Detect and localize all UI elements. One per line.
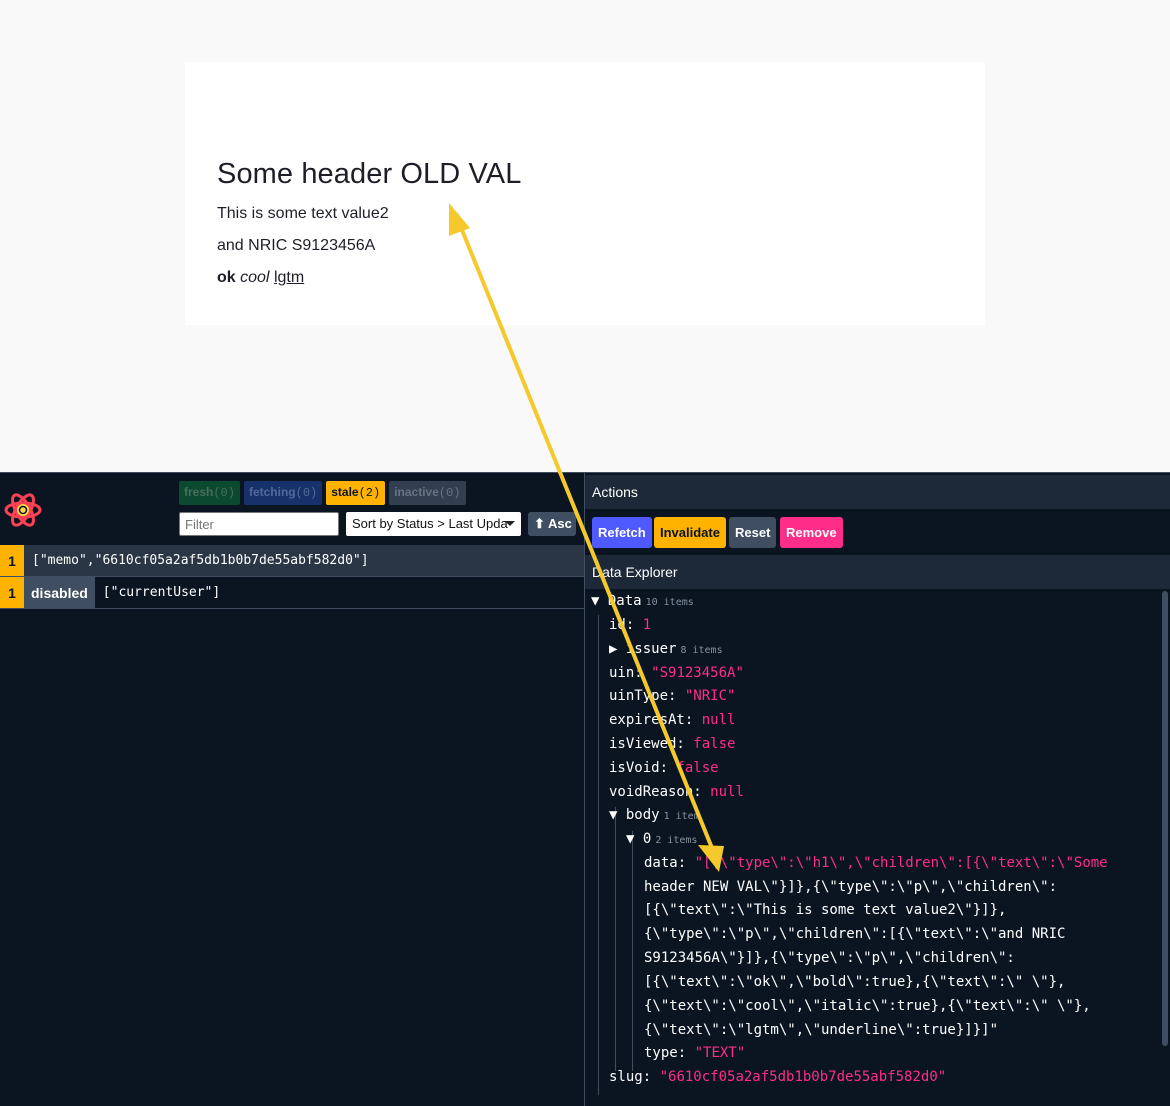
query-list-panel: fresh(0) fetching(0) stale(2) inactive(0… [0, 473, 585, 1106]
query-row-current-user[interactable]: 1 disabled ["currentUser"] [0, 577, 584, 609]
expanded-arrow-icon: ▼ [609, 807, 618, 823]
tree-row-id: id: 1 [609, 617, 652, 633]
page-heading: Some header OLD VAL [217, 158, 522, 190]
tree-guide [632, 831, 633, 1071]
tree-row-data: data: "[{\"type\":\"h1\",\"children\":[{… [644, 855, 1108, 871]
paragraph-nric: and NRIC S9123456A [217, 237, 376, 254]
filter-input[interactable] [179, 512, 339, 536]
tree-guide [598, 615, 599, 1095]
query-details-panel: Actions Refetch Invalidate Reset Remove … [585, 473, 1170, 1106]
data-value-line: {\"text\":\"cool\",\"italic\":true},{\"t… [644, 998, 1091, 1014]
tree-node-data[interactable]: ▼ Data 10 items [591, 591, 694, 613]
data-value-line: header NEW VAL\"}]},{\"type\":\"p\",\"ch… [644, 879, 1058, 895]
badge-inactive[interactable]: inactive(0) [389, 481, 466, 505]
underline-text: lgtm [273, 269, 305, 286]
tree-row-type: type: "TEXT" [644, 1045, 746, 1061]
query-key: ["currentUser"] [102, 585, 221, 600]
reset-button[interactable]: Reset [729, 517, 777, 548]
actions-title: Actions [585, 475, 1170, 509]
invalidate-button[interactable]: Invalidate [654, 517, 726, 548]
tree-row-uintype: uinType: "NRIC" [609, 688, 736, 704]
badge-fresh[interactable]: fresh(0) [179, 481, 240, 505]
data-value-line: {\"type\":\"p\",\"children\":[{\"text\":… [644, 926, 1066, 942]
collapsed-arrow-icon: ▶ [609, 641, 618, 657]
paragraph-text: This is some text value2 [217, 205, 389, 222]
bold-text: ok [217, 269, 236, 286]
explorer-scrollbar[interactable] [1162, 591, 1168, 1046]
sort-select[interactable]: Sort by Status > Last Upda [346, 512, 521, 536]
data-explorer-title: Data Explorer [585, 555, 1170, 589]
observer-count: 1 [0, 577, 24, 608]
sort-select-label: Sort by Status > Last Upda [352, 516, 508, 531]
expanded-arrow-icon: ▼ [591, 593, 600, 609]
tree-node-0[interactable]: ▼ 02 items [626, 829, 697, 851]
tree-row-voidreason: voidReason: null [609, 784, 744, 800]
paragraph-formatted: ok cool lgtm [217, 269, 304, 287]
tree-node-body[interactable]: ▼ body 1 item [609, 805, 700, 827]
data-explorer: ▼ Data 10 items id: 1 ▶ issuer 8 items uin… [585, 591, 1160, 1106]
refetch-button[interactable]: Refetch [592, 517, 652, 548]
data-value-line: S9123456A\"}]},{\"type\":\"p\",\"childre… [644, 950, 1015, 966]
sort-direction-button[interactable]: ⬆ Asc [528, 512, 576, 536]
badge-stale[interactable]: stale(2) [326, 481, 386, 505]
tree-row-expiresat: expiresAt: null [609, 712, 736, 728]
actions-bar: Refetch Invalidate Reset Remove [585, 509, 1159, 554]
react-query-devtools: fresh(0) fetching(0) stale(2) inactive(0… [0, 472, 1170, 1106]
query-row-memo[interactable]: 1 ["memo","6610cf05a2af5db1b0b7de55abf58… [0, 545, 584, 577]
tree-guide [615, 807, 616, 1071]
content-card: Some header OLD VAL This is some text va… [185, 62, 985, 325]
expanded-arrow-icon: ▼ [626, 831, 635, 847]
status-badges: fresh(0) fetching(0) stale(2) inactive(0… [179, 481, 466, 505]
remove-button[interactable]: Remove [780, 517, 843, 548]
tree-row-uin: uin: "S9123456A" [609, 665, 744, 681]
tree-row-isvoid: isVoid: false [609, 760, 719, 776]
tree-row-slug: slug: "6610cf05a2af5db1b0b7de55abf582d0" [609, 1069, 947, 1085]
tree-row-isviewed: isViewed: false [609, 736, 736, 752]
italic-text: cool [240, 269, 270, 286]
data-value-line: [{\"text\":\"This is some text value2\"}… [644, 902, 1007, 918]
react-query-logo-icon [4, 493, 42, 527]
badge-fetching[interactable]: fetching(0) [243, 481, 323, 505]
observer-count: 1 [0, 545, 24, 576]
data-value-line: {\"text\":\"lgtm\",\"underline\":true}]}… [644, 1022, 999, 1038]
tree-node-issuer[interactable]: ▶ issuer 8 items [609, 639, 723, 661]
disabled-tag: disabled [24, 577, 95, 608]
data-value-line: [{\"text\":\"ok\",\"bold\":true},{\"text… [644, 974, 1066, 990]
chevron-down-icon [505, 521, 515, 526]
query-key: ["memo","6610cf05a2af5db1b0b7de55abf582d… [32, 553, 369, 568]
